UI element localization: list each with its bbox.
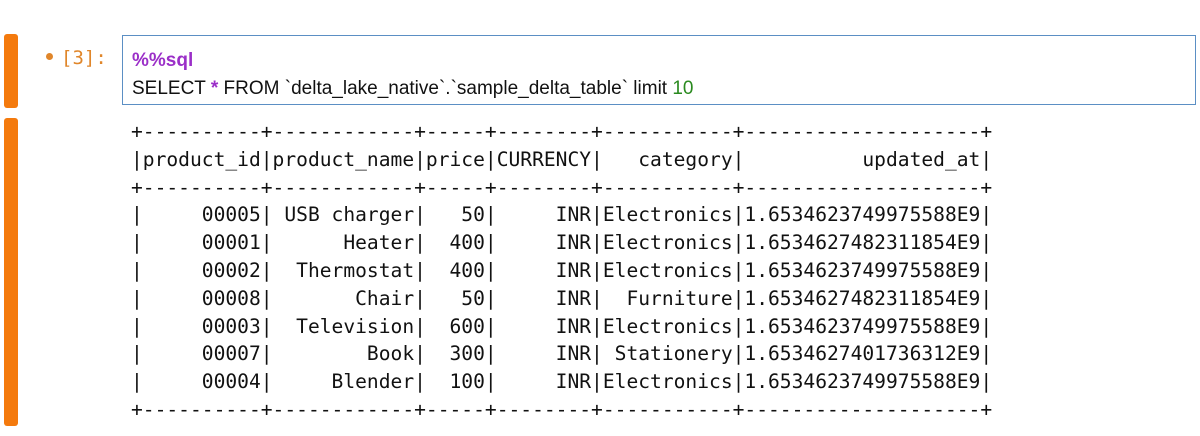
table-row: | 00001| Heater| 400| INR|Electronics|1.… bbox=[131, 231, 993, 255]
output-cell-collapser[interactable] bbox=[4, 118, 18, 426]
sql-keyword-select: SELECT bbox=[132, 78, 211, 99]
table-border-bottom: +----------+------------+-----+--------+… bbox=[131, 397, 993, 421]
prompt-label: [3]: bbox=[61, 47, 107, 69]
query-output: +----------+------------+-----+--------+… bbox=[131, 118, 992, 424]
sql-magic: %%sql bbox=[132, 50, 194, 71]
code-editor[interactable]: %%sql SELECT * FROM `delta_lake_native`.… bbox=[122, 35, 1196, 105]
code-line-2: SELECT * FROM `delta_lake_native`.`sampl… bbox=[132, 75, 1195, 103]
execution-prompt: [3]: bbox=[46, 47, 107, 69]
input-cell-collapser[interactable] bbox=[4, 34, 18, 108]
table-row: | 00003| Television| 600| INR|Electronic… bbox=[131, 314, 993, 338]
table-header: |product_id|product_name|price|CURRENCY|… bbox=[131, 147, 993, 171]
table-row: | 00005| USB charger| 50| INR|Electronic… bbox=[131, 203, 993, 227]
sql-from-clause: FROM `delta_lake_native`.`sample_delta_t… bbox=[218, 78, 673, 99]
modified-dot-icon bbox=[46, 53, 53, 60]
table-row: | 00004| Blender| 100| INR|Electronics|1… bbox=[131, 370, 993, 394]
code-line-1: %%sql bbox=[132, 47, 1195, 75]
table-border-mid: +----------+------------+-----+--------+… bbox=[131, 175, 993, 199]
table-border-top: +----------+------------+-----+--------+… bbox=[131, 120, 993, 143]
table-row: | 00002| Thermostat| 400| INR|Electronic… bbox=[131, 258, 993, 282]
sql-limit-value: 10 bbox=[672, 78, 694, 99]
table-row: | 00008| Chair| 50| INR| Furniture|1.653… bbox=[131, 286, 993, 310]
table-row: | 00007| Book| 300| INR| Stationery|1.65… bbox=[131, 342, 993, 366]
